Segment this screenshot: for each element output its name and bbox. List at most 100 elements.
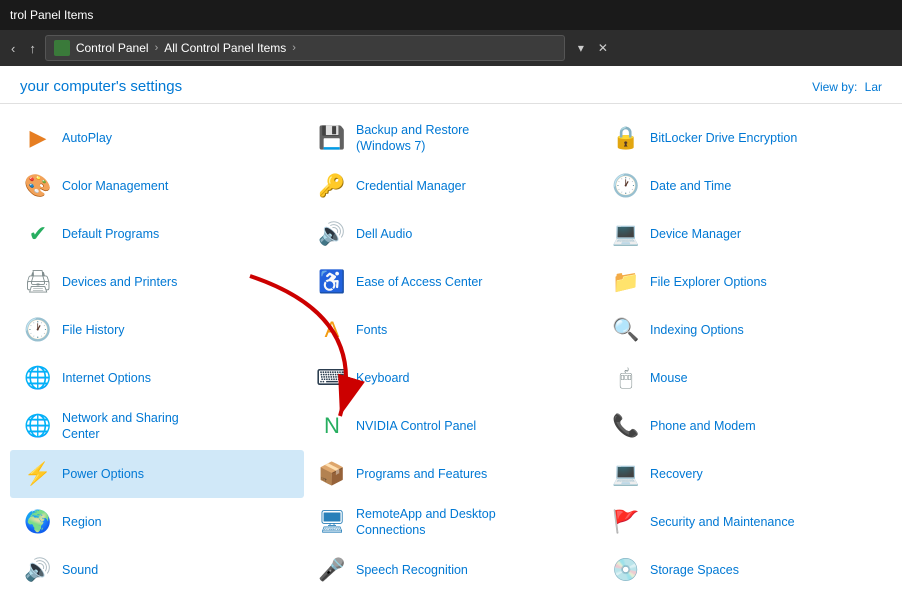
cp-item-bitlocker[interactable]: 🔒BitLocker Drive Encryption: [598, 114, 892, 162]
cp-item-sound[interactable]: 🔊 Sound: [10, 546, 304, 594]
cp-item-label-programs-features: Programs and Features: [356, 466, 487, 482]
cp-item-power-options[interactable]: ⚡ Power Options: [10, 450, 304, 498]
cp-item-icon-autoplay: ▶: [22, 122, 54, 154]
back-button[interactable]: ‹: [6, 38, 20, 59]
cp-item-sync-center[interactable]: 🔄Sync Center: [10, 594, 304, 602]
cp-icon: [54, 40, 70, 56]
close-address-button[interactable]: ✕: [593, 39, 613, 57]
cp-item-label-power-options: Power Options: [62, 466, 144, 482]
cp-item-icon-sound: 🔊: [22, 554, 54, 586]
cp-item-backup-restore[interactable]: 💾Backup and Restore (Windows 7): [304, 114, 598, 162]
cp-item-icon-nvidia: N: [316, 410, 348, 442]
cp-item-speech-recog[interactable]: 🎤 Speech Recognition: [304, 546, 598, 594]
address-box[interactable]: Control Panel › All Control Panel Items …: [45, 35, 565, 61]
cp-item-mouse[interactable]: 🖱 Mouse: [598, 354, 892, 402]
cp-item-network-sharing[interactable]: 🌐Network and Sharing Center: [10, 402, 304, 450]
cp-item-icon-remoteapp: 🖥: [316, 506, 348, 538]
cp-item-icon-speech-recog: 🎤: [316, 554, 348, 586]
cp-item-label-dell-audio: Dell Audio: [356, 226, 412, 242]
address-bar-row: ‹ ↑ Control Panel › All Control Panel It…: [0, 30, 902, 66]
cp-item-icon-phone-modem: 📞: [610, 410, 642, 442]
cp-item-icon-default-programs: ✔: [22, 218, 54, 250]
adjust-settings-text: your computer's settings: [20, 78, 182, 95]
cp-item-default-programs[interactable]: ✔ Default Programs: [10, 210, 304, 258]
cp-item-icon-date-time: 🕐: [610, 170, 642, 202]
cp-item-label-file-history: File History: [62, 322, 125, 338]
cp-item-autoplay[interactable]: ▶ AutoPlay: [10, 114, 304, 162]
cp-item-label-recovery: Recovery: [650, 466, 703, 482]
content-header: your computer's settings View by: Lar: [0, 66, 902, 104]
cp-item-recovery[interactable]: 💻 Recovery: [598, 450, 892, 498]
cp-item-icon-fonts: A: [316, 314, 348, 346]
cp-item-label-bitlocker: BitLocker Drive Encryption: [650, 130, 797, 146]
cp-item-icon-region: 🌍: [22, 506, 54, 538]
breadcrumb-sep-2: ›: [292, 42, 296, 54]
cp-item-icon-recovery: 💻: [610, 458, 642, 490]
breadcrumb-sep-1: ›: [155, 42, 159, 54]
dropdown-button[interactable]: ▾: [573, 39, 589, 57]
address-box-right: ▾ ✕: [573, 39, 613, 57]
cp-item-label-backup-restore: Backup and Restore (Windows 7): [356, 122, 469, 155]
cp-item-icon-device-mgr: 💻: [610, 218, 642, 250]
cp-item-date-time[interactable]: 🕐 Date and Time: [598, 162, 892, 210]
cp-item-indexing[interactable]: 🔍 Indexing Options: [598, 306, 892, 354]
cp-item-internet-options[interactable]: 🌐Internet Options: [10, 354, 304, 402]
cp-item-icon-keyboard: ⌨: [316, 362, 348, 394]
cp-item-label-color-mgmt: Color Management: [62, 178, 168, 194]
cp-item-color-mgmt[interactable]: 🎨 Color Management: [10, 162, 304, 210]
breadcrumb-part-1: Control Panel: [76, 41, 149, 55]
cp-item-icon-color-mgmt: 🎨: [22, 170, 54, 202]
cp-item-file-explorer-opts[interactable]: 📁File Explorer Options: [598, 258, 892, 306]
cp-item-taskbar-nav[interactable]: 📋Taskbar and Navigation: [598, 594, 892, 602]
cp-item-label-date-time: Date and Time: [650, 178, 731, 194]
cp-item-nvidia[interactable]: NNVIDIA Control Panel: [304, 402, 598, 450]
cp-item-label-devices-printers: Devices and Printers: [62, 274, 177, 290]
cp-item-label-ease-access: Ease of Access Center: [356, 274, 482, 290]
cp-item-label-mouse: Mouse: [650, 370, 688, 386]
cp-item-icon-mouse: 🖱: [610, 362, 642, 394]
cp-item-programs-features[interactable]: 📦 Programs and Features: [304, 450, 598, 498]
cp-item-ease-access[interactable]: ♿ Ease of Access Center: [304, 258, 598, 306]
cp-item-storage-spaces[interactable]: 💿 Storage Spaces: [598, 546, 892, 594]
cp-item-label-sound: Sound: [62, 562, 98, 578]
cp-item-credential-mgr[interactable]: 🔑Credential Manager: [304, 162, 598, 210]
cp-item-dell-audio[interactable]: 🔊 Dell Audio: [304, 210, 598, 258]
cp-item-label-security-maint: Security and Maintenance: [650, 514, 795, 530]
up-button[interactable]: ↑: [24, 38, 41, 59]
cp-item-label-remoteapp: RemoteApp and Desktop Connections: [356, 506, 496, 539]
cp-item-icon-storage-spaces: 💿: [610, 554, 642, 586]
cp-item-label-region: Region: [62, 514, 102, 530]
cp-item-label-storage-spaces: Storage Spaces: [650, 562, 739, 578]
cp-item-remoteapp[interactable]: 🖥RemoteApp and Desktop Connections: [304, 498, 598, 546]
items-grid: ▶ AutoPlay 💾Backup and Restore (Windows 7)…: [0, 104, 902, 602]
breadcrumb-part-2: All Control Panel Items: [164, 41, 286, 55]
cp-item-icon-indexing: 🔍: [610, 314, 642, 346]
cp-item-fonts[interactable]: A Fonts: [304, 306, 598, 354]
viewby-mode[interactable]: Lar: [865, 80, 882, 94]
cp-item-keyboard[interactable]: ⌨ Keyboard: [304, 354, 598, 402]
cp-item-phone-modem[interactable]: 📞 Phone and Modem: [598, 402, 892, 450]
cp-item-security-maint[interactable]: 🚩Security and Maintenance: [598, 498, 892, 546]
cp-item-label-fonts: Fonts: [356, 322, 387, 338]
cp-item-device-mgr[interactable]: 💻 Device Manager: [598, 210, 892, 258]
cp-item-icon-dell-audio: 🔊: [316, 218, 348, 250]
cp-item-system[interactable]: 🖥System: [304, 594, 598, 602]
cp-item-label-indexing: Indexing Options: [650, 322, 744, 338]
cp-item-label-keyboard: Keyboard: [356, 370, 410, 386]
cp-item-icon-programs-features: 📦: [316, 458, 348, 490]
cp-item-label-speech-recog: Speech Recognition: [356, 562, 468, 578]
cp-item-icon-power-options: ⚡: [22, 458, 54, 490]
main-content: your computer's settings View by: Lar ▶ A…: [0, 66, 902, 602]
cp-item-file-history[interactable]: 🕐 File History: [10, 306, 304, 354]
cp-item-label-network-sharing: Network and Sharing Center: [62, 410, 179, 443]
cp-item-icon-ease-access: ♿: [316, 266, 348, 298]
cp-item-region[interactable]: 🌍 Region: [10, 498, 304, 546]
cp-item-icon-file-history: 🕐: [22, 314, 54, 346]
cp-item-label-autoplay: AutoPlay: [62, 130, 112, 146]
cp-item-label-phone-modem: Phone and Modem: [650, 418, 756, 434]
title-bar: trol Panel Items: [0, 0, 902, 30]
cp-item-devices-printers[interactable]: 🖨Devices and Printers: [10, 258, 304, 306]
cp-item-label-default-programs: Default Programs: [62, 226, 159, 242]
cp-item-label-device-mgr: Device Manager: [650, 226, 741, 242]
cp-item-icon-credential-mgr: 🔑: [316, 170, 348, 202]
